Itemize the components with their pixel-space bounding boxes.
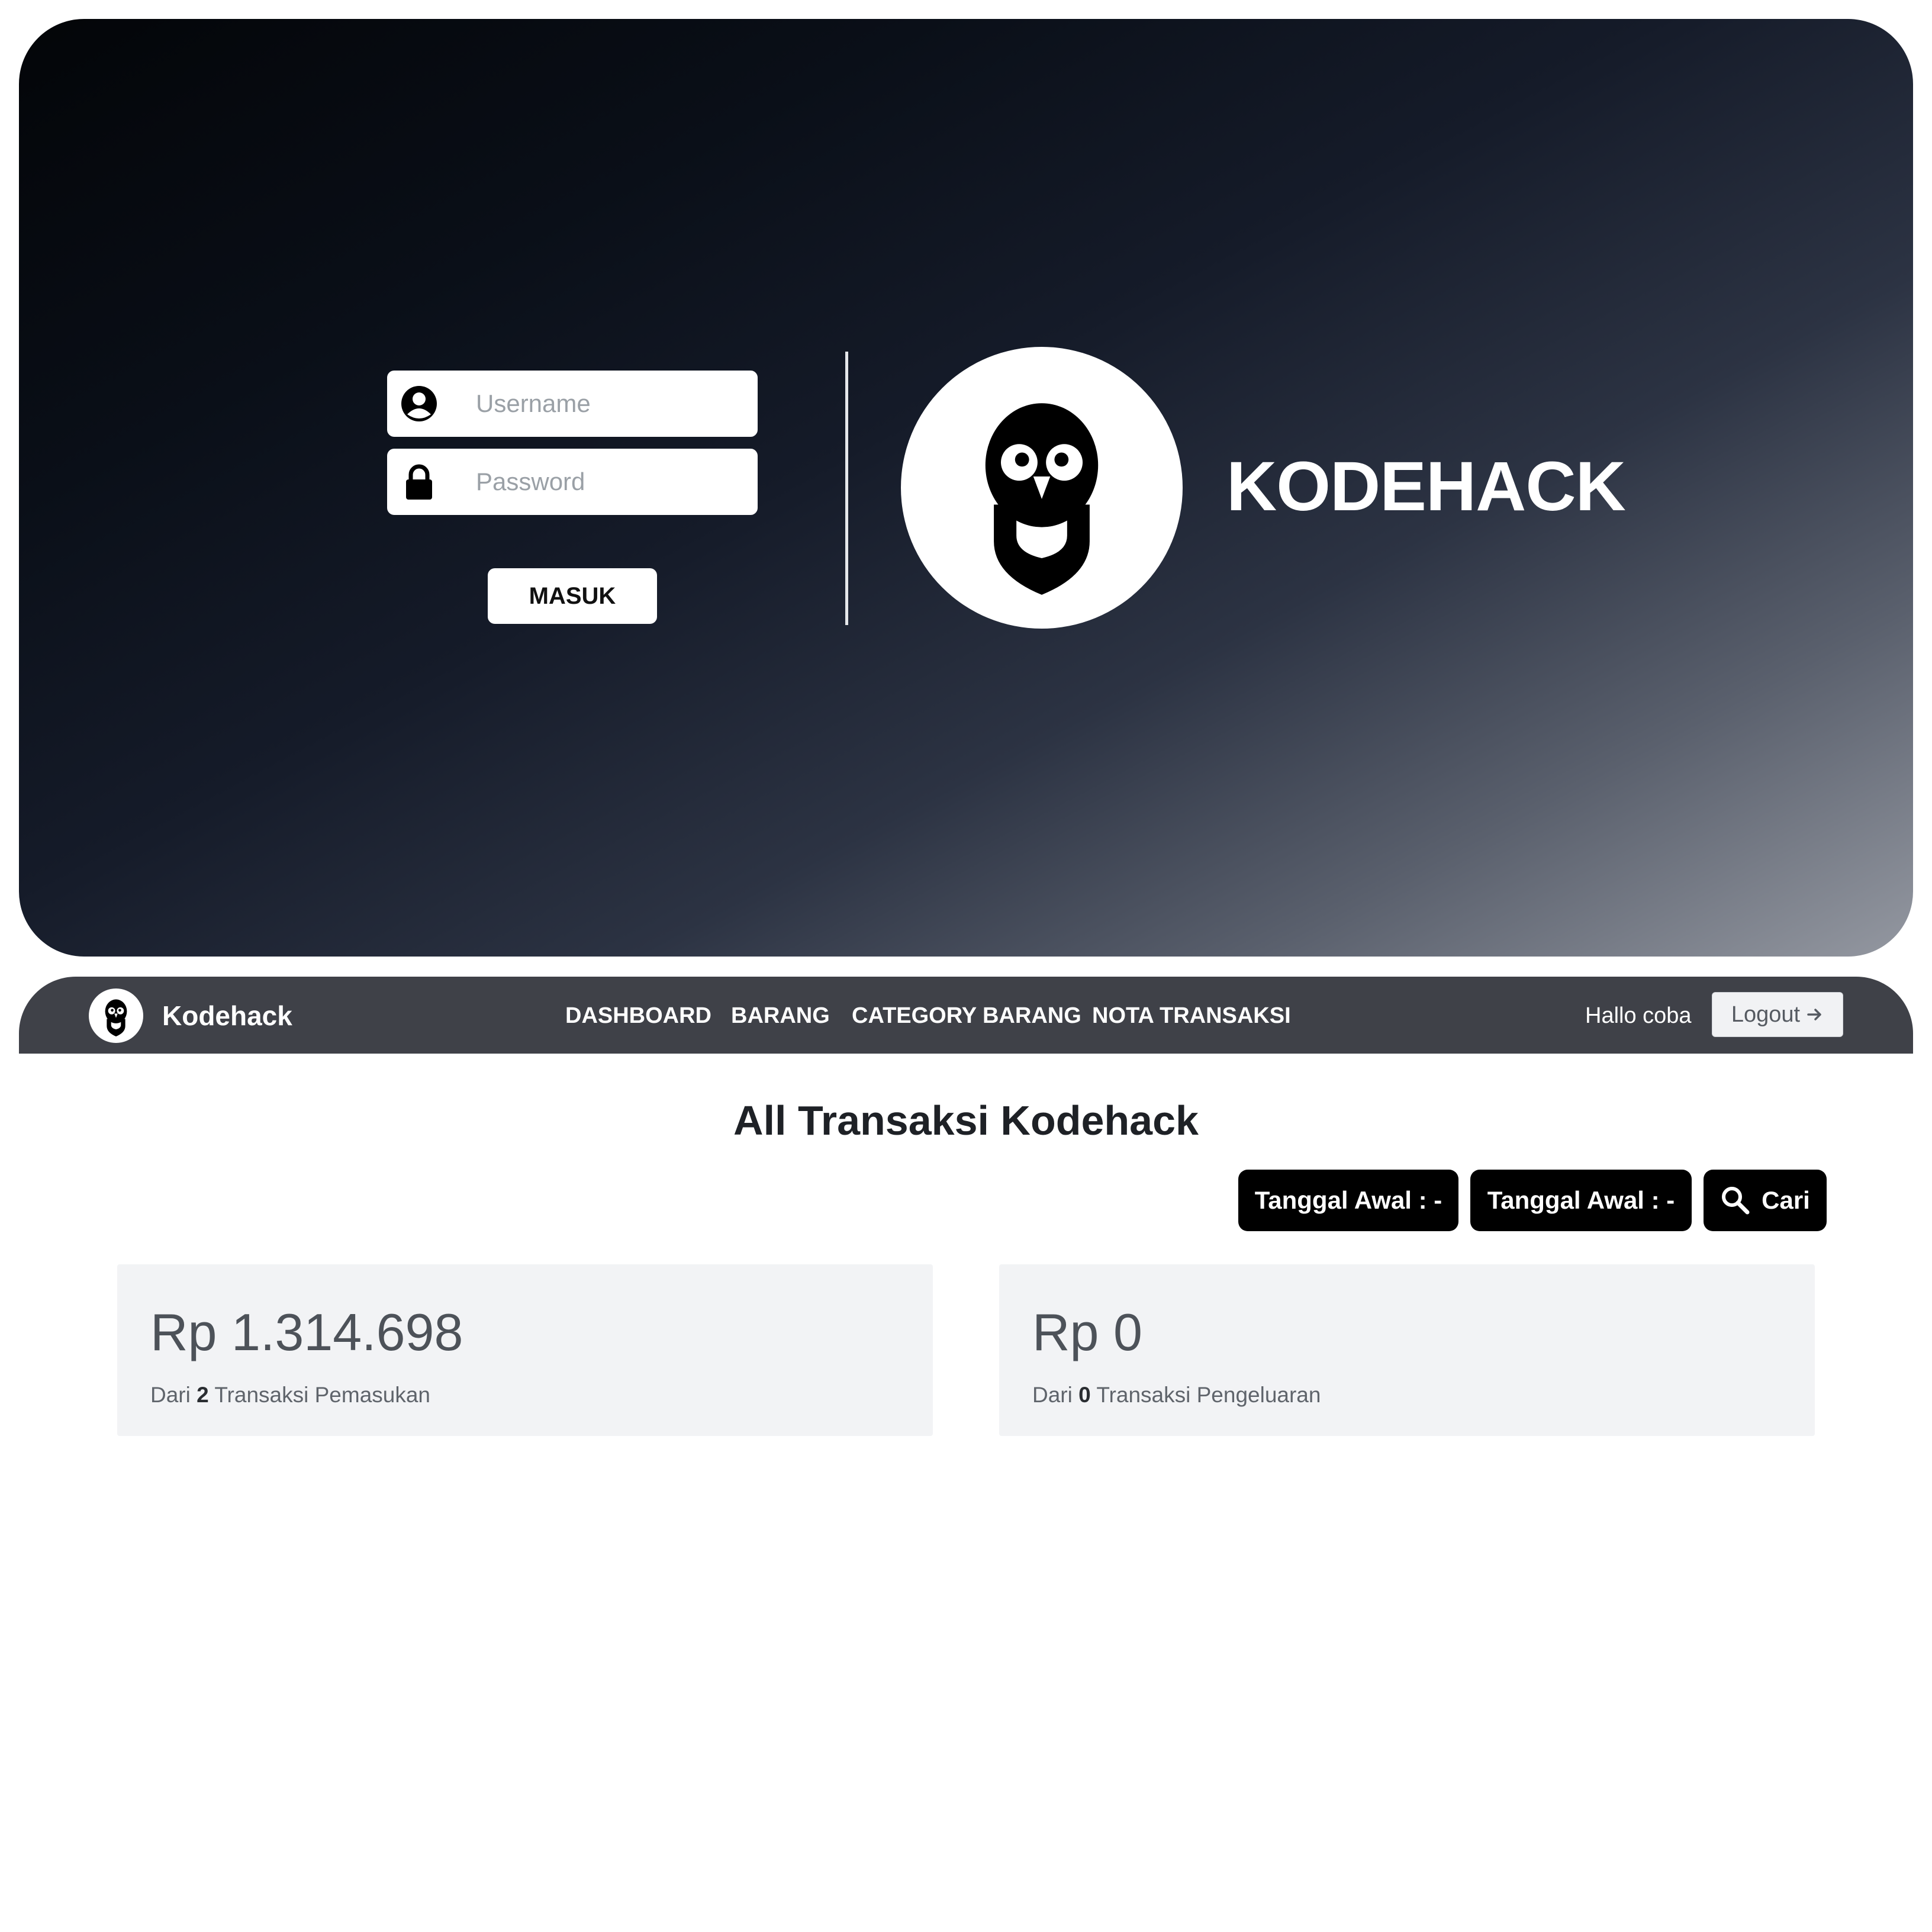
navbar-brand[interactable]: Kodehack bbox=[162, 997, 292, 1035]
search-icon bbox=[1722, 1187, 1750, 1215]
end-date-button[interactable]: Tanggal Awal : - bbox=[1470, 1170, 1692, 1231]
income-card: Rp 1.314.698 Dari 2 Transaksi Pemasukan bbox=[117, 1264, 933, 1436]
logout-label: Logout bbox=[1731, 1002, 1801, 1027]
income-summary: Dari 2 Transaksi Pemasukan bbox=[150, 1380, 430, 1410]
expense-prefix: Dari bbox=[1032, 1383, 1073, 1407]
password-input[interactable] bbox=[476, 449, 748, 515]
start-date-label: Tanggal Awal : - bbox=[1254, 1186, 1442, 1214]
masuk-button[interactable]: MASUK bbox=[488, 568, 657, 624]
lock-icon bbox=[406, 464, 432, 500]
start-date-button[interactable]: Tanggal Awal : - bbox=[1238, 1170, 1458, 1231]
brand-title: KODEHACK bbox=[1226, 447, 1626, 526]
user-greeting: Hallo coba bbox=[1585, 1003, 1692, 1028]
income-amount: Rp 1.314.698 bbox=[150, 1303, 463, 1361]
arrow-right-icon bbox=[1807, 1009, 1821, 1020]
username-field-container bbox=[387, 371, 758, 437]
navbar: Kodehack DASHBOARD BARANG CATEGORY BARAN… bbox=[19, 977, 1913, 1054]
nav-item-category-barang[interactable]: CATEGORY BARANG bbox=[852, 999, 1081, 1032]
search-button[interactable]: Cari bbox=[1704, 1170, 1827, 1231]
username-input[interactable] bbox=[476, 371, 748, 437]
owl-logo-icon bbox=[901, 347, 1183, 629]
search-label: Cari bbox=[1762, 1186, 1810, 1214]
page-title: All Transaksi Kodehack bbox=[733, 1097, 1199, 1144]
expense-card: Rp 0 Dari 0 Transaksi Pengeluaran bbox=[999, 1264, 1815, 1436]
end-date-label: Tanggal Awal : - bbox=[1487, 1186, 1675, 1214]
expense-amount: Rp 0 bbox=[1032, 1303, 1142, 1361]
login-panel: MASUK KODEHACK bbox=[19, 19, 1913, 957]
nav-item-barang[interactable]: BARANG bbox=[731, 999, 830, 1032]
login-divider bbox=[845, 352, 848, 625]
logout-button[interactable]: Logout bbox=[1712, 992, 1843, 1037]
nav-item-nota-transaksi[interactable]: NOTA TRANSAKSI bbox=[1092, 999, 1291, 1032]
income-prefix: Dari bbox=[150, 1383, 191, 1407]
income-label: Transaksi Pemasukan bbox=[214, 1383, 430, 1407]
nav-item-dashboard[interactable]: DASHBOARD bbox=[565, 999, 711, 1032]
expense-summary: Dari 0 Transaksi Pengeluaran bbox=[1032, 1380, 1321, 1410]
expense-label: Transaksi Pengeluaran bbox=[1096, 1383, 1321, 1407]
password-field-container bbox=[387, 449, 758, 515]
income-count: 2 bbox=[197, 1383, 209, 1407]
expense-count: 0 bbox=[1078, 1383, 1091, 1407]
owl-logo-icon[interactable] bbox=[89, 988, 143, 1043]
user-circle-icon bbox=[401, 386, 437, 421]
